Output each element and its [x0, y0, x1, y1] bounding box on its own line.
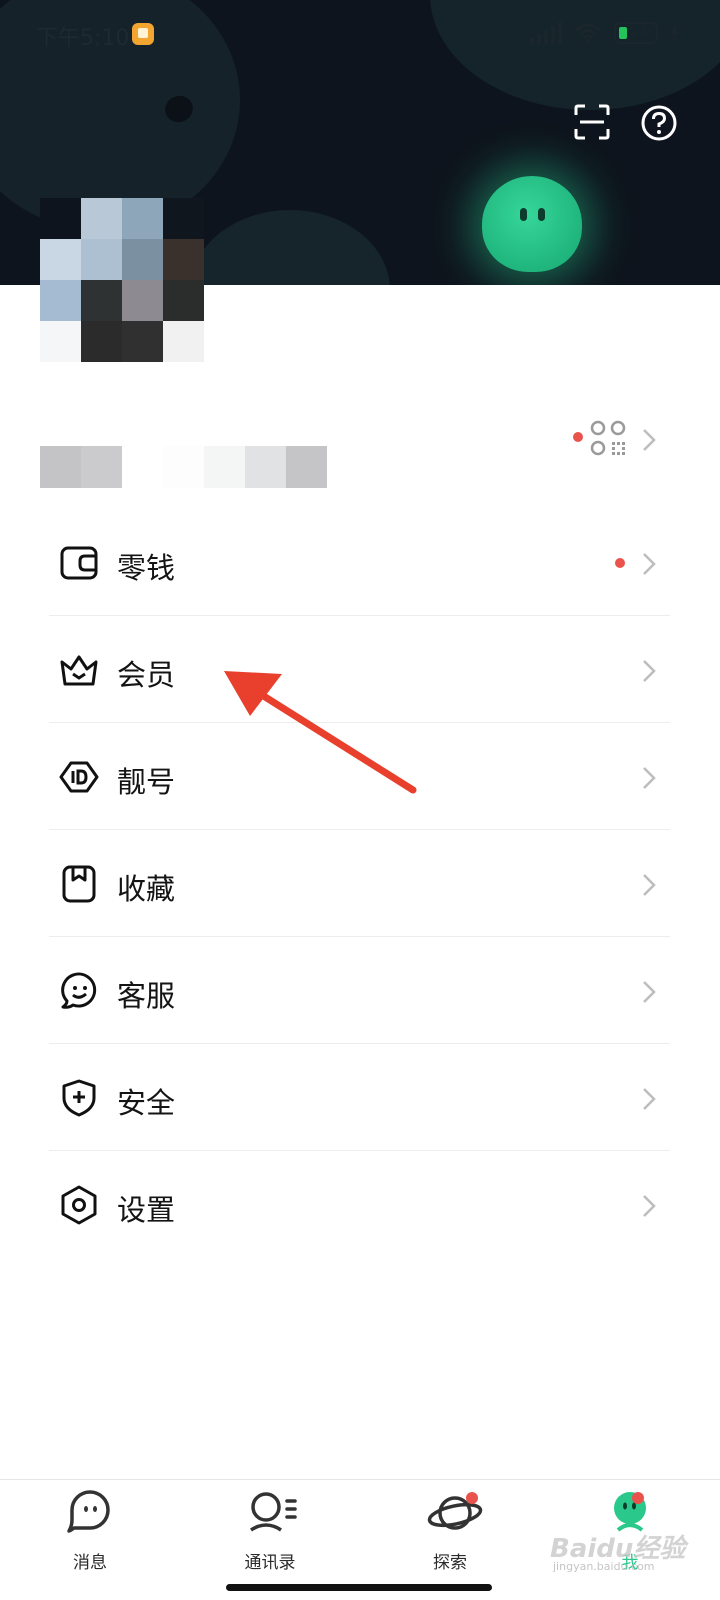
watermark-url: jingyan.baidu.com: [553, 1560, 655, 1573]
message-icon: [67, 1490, 110, 1533]
chevron-right-icon: [643, 874, 656, 896]
menu-item-favorites[interactable]: 收藏: [49, 830, 670, 937]
menu-item-premium-id[interactable]: 靓号: [49, 723, 670, 830]
chevron-right-icon: [643, 660, 656, 682]
shield-icon: [62, 1079, 96, 1117]
crown-icon: [60, 655, 98, 686]
menu-item-security[interactable]: 安全: [49, 1044, 670, 1151]
qr-code-icon[interactable]: [590, 420, 626, 456]
contacts-icon: [250, 1492, 297, 1532]
tab-messages[interactable]: 消息: [30, 1490, 150, 1580]
menu-item-label: 零钱: [117, 551, 176, 585]
chevron-right-icon: [643, 767, 656, 789]
tab-contacts[interactable]: 通讯录: [210, 1490, 330, 1580]
badge-dot: [615, 558, 625, 568]
menu-item-wallet[interactable]: 零钱: [49, 509, 670, 616]
tab-label: 通讯录: [244, 1553, 296, 1573]
menu-item-label: 会员: [117, 658, 176, 692]
battery-level: 20: [630, 25, 647, 40]
bookmark-icon: [62, 865, 96, 903]
settings-menu: 零钱 会员 靓号 收藏 客服 安全 设置: [49, 509, 670, 1258]
menu-item-settings[interactable]: 设置: [49, 1151, 670, 1258]
menu-item-label: 靓号: [117, 765, 176, 799]
qr-badge: [573, 432, 583, 442]
badge-dot: [632, 1492, 644, 1504]
id-badge-icon: [59, 761, 99, 793]
settings-icon: [61, 1185, 97, 1225]
menu-item-label: 设置: [117, 1193, 176, 1227]
scan-icon[interactable]: [574, 104, 610, 140]
menu-item-customer-service[interactable]: 客服: [49, 937, 670, 1044]
badge-dot: [466, 1492, 478, 1504]
notification-icon: [132, 23, 154, 45]
chevron-right-icon: [643, 1088, 656, 1110]
wifi-icon: [575, 23, 601, 43]
chevron-right-icon[interactable]: [641, 427, 657, 453]
menu-item-label: 收藏: [117, 872, 176, 906]
home-indicator[interactable]: [226, 1584, 492, 1591]
avatar[interactable]: [40, 198, 204, 362]
tab-explore[interactable]: 探索: [390, 1490, 510, 1580]
chevron-right-icon: [643, 553, 656, 575]
battery-icon: 20: [614, 22, 658, 44]
mascot-icon: [482, 176, 582, 272]
signal-icon: [530, 22, 562, 44]
header-decoration: [190, 210, 390, 285]
chevron-right-icon: [643, 1195, 656, 1217]
chevron-right-icon: [643, 981, 656, 1003]
menu-item-label: 安全: [117, 1086, 176, 1120]
tab-label: 消息: [73, 1553, 107, 1573]
customer-service-icon: [61, 972, 97, 1009]
menu-item-membership[interactable]: 会员: [49, 616, 670, 723]
status-bar: 下午5:10 20: [0, 0, 720, 70]
wallet-icon: [60, 546, 98, 580]
tab-label: 探索: [433, 1553, 467, 1573]
help-icon[interactable]: [640, 104, 678, 142]
charging-icon: [671, 23, 679, 43]
status-time: 下午5:10: [36, 26, 130, 51]
profile-name[interactable]: [40, 446, 327, 488]
menu-item-label: 客服: [117, 979, 176, 1013]
